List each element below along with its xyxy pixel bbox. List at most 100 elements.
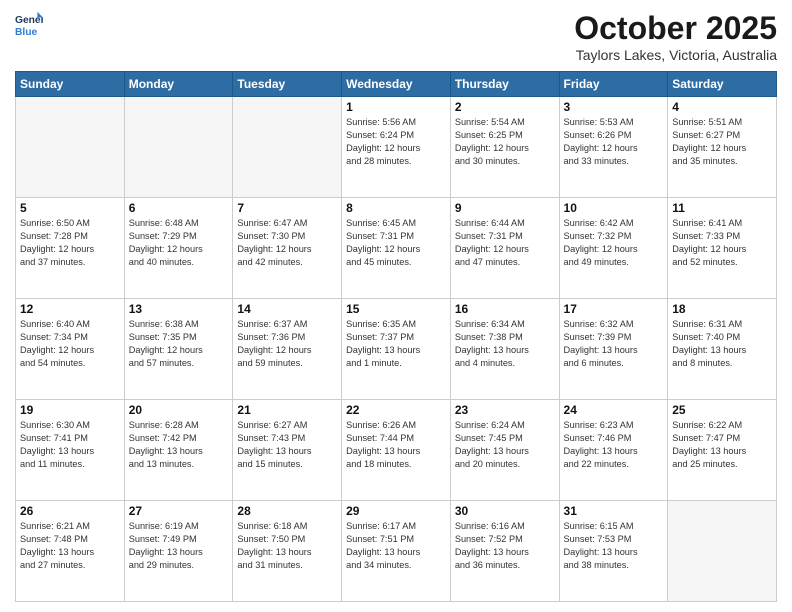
table-row: 29 Sunrise: 6:17 AM Sunset: 7:51 PM Dayli… — [342, 501, 451, 602]
day-info: Sunrise: 5:54 AM Sunset: 6:25 PM Dayligh… — [455, 116, 555, 168]
svg-text:Blue: Blue — [15, 27, 38, 38]
calendar-week-3: 12 Sunrise: 6:40 AM Sunset: 7:34 PM Dayli… — [16, 299, 777, 400]
table-row: 16 Sunrise: 6:34 AM Sunset: 7:38 PM Dayli… — [450, 299, 559, 400]
day-info: Sunrise: 6:16 AM Sunset: 7:52 PM Dayligh… — [455, 520, 555, 572]
day-number: 22 — [346, 403, 446, 417]
table-row: 12 Sunrise: 6:40 AM Sunset: 7:34 PM Dayli… — [16, 299, 125, 400]
table-row: 5 Sunrise: 6:50 AM Sunset: 7:28 PM Daylig… — [16, 198, 125, 299]
day-info: Sunrise: 6:35 AM Sunset: 7:37 PM Dayligh… — [346, 318, 446, 370]
table-row: 24Sunrise: 6:23 AM Sunset: 7:46 PM Dayli… — [559, 400, 668, 501]
day-info: Sunrise: 6:23 AM Sunset: 7:46 PM Dayligh… — [564, 419, 664, 471]
table-row: 28 Sunrise: 6:18 AM Sunset: 7:50 PM Dayli… — [233, 501, 342, 602]
day-number: 19 — [20, 403, 120, 417]
table-row — [16, 97, 125, 198]
table-row: 17 Sunrise: 6:32 AM Sunset: 7:39 PM Dayli… — [559, 299, 668, 400]
logo: General Blue — [15, 10, 43, 38]
day-number: 15 — [346, 302, 446, 316]
header: General Blue October 2025 Taylors Lakes,… — [15, 10, 777, 63]
page: General Blue October 2025 Taylors Lakes,… — [0, 0, 792, 612]
day-info: Sunrise: 6:17 AM Sunset: 7:51 PM Dayligh… — [346, 520, 446, 572]
col-saturday: Saturday — [668, 72, 777, 97]
table-row — [668, 501, 777, 602]
table-row: 2 Sunrise: 5:54 AM Sunset: 6:25 PM Daylig… — [450, 97, 559, 198]
day-number: 13 — [129, 302, 229, 316]
table-row: 31 Sunrise: 6:15 AM Sunset: 7:53 PM Dayli… — [559, 501, 668, 602]
day-info: Sunrise: 6:24 AM Sunset: 7:45 PM Dayligh… — [455, 419, 555, 471]
table-row: 15 Sunrise: 6:35 AM Sunset: 7:37 PM Dayli… — [342, 299, 451, 400]
col-tuesday: Tuesday — [233, 72, 342, 97]
table-row: 26 Sunrise: 6:21 AM Sunset: 7:48 PM Dayli… — [16, 501, 125, 602]
col-thursday: Thursday — [450, 72, 559, 97]
day-number: 14 — [237, 302, 337, 316]
location-title: Taylors Lakes, Victoria, Australia — [574, 47, 777, 63]
day-number: 17 — [564, 302, 664, 316]
day-number: 20 — [129, 403, 229, 417]
day-info: Sunrise: 6:47 AM Sunset: 7:30 PM Dayligh… — [237, 217, 337, 269]
month-title: October 2025 — [574, 10, 777, 47]
day-number: 12 — [20, 302, 120, 316]
calendar-week-4: 19 Sunrise: 6:30 AM Sunset: 7:41 PM Dayli… — [16, 400, 777, 501]
table-row: 1 Sunrise: 5:56 AM Sunset: 6:24 PM Daylig… — [342, 97, 451, 198]
table-row: 14 Sunrise: 6:37 AM Sunset: 7:36 PM Dayli… — [233, 299, 342, 400]
day-number: 16 — [455, 302, 555, 316]
table-row: 30 Sunrise: 6:16 AM Sunset: 7:52 PM Dayli… — [450, 501, 559, 602]
day-number: 28 — [237, 504, 337, 518]
table-row: 18 Sunrise: 6:31 AM Sunset: 7:40 PM Dayli… — [668, 299, 777, 400]
day-number: 26 — [20, 504, 120, 518]
day-info: Sunrise: 6:27 AM Sunset: 7:43 PM Dayligh… — [237, 419, 337, 471]
table-row: 6Sunrise: 6:48 AM Sunset: 7:29 PM Daylig… — [124, 198, 233, 299]
day-number: 4 — [672, 100, 772, 114]
col-sunday: Sunday — [16, 72, 125, 97]
day-info: Sunrise: 6:19 AM Sunset: 7:49 PM Dayligh… — [129, 520, 229, 572]
table-row: 11Sunrise: 6:41 AM Sunset: 7:33 PM Dayli… — [668, 198, 777, 299]
day-number: 31 — [564, 504, 664, 518]
table-row — [233, 97, 342, 198]
day-info: Sunrise: 6:40 AM Sunset: 7:34 PM Dayligh… — [20, 318, 120, 370]
col-friday: Friday — [559, 72, 668, 97]
table-row: 4 Sunrise: 5:51 AM Sunset: 6:27 PM Daylig… — [668, 97, 777, 198]
day-info: Sunrise: 6:34 AM Sunset: 7:38 PM Dayligh… — [455, 318, 555, 370]
table-row: 22Sunrise: 6:26 AM Sunset: 7:44 PM Dayli… — [342, 400, 451, 501]
col-monday: Monday — [124, 72, 233, 97]
day-number: 23 — [455, 403, 555, 417]
day-info: Sunrise: 6:31 AM Sunset: 7:40 PM Dayligh… — [672, 318, 772, 370]
day-number: 21 — [237, 403, 337, 417]
day-number: 25 — [672, 403, 772, 417]
day-number: 18 — [672, 302, 772, 316]
title-section: October 2025 Taylors Lakes, Victoria, Au… — [574, 10, 777, 63]
logo-icon: General Blue — [15, 10, 43, 38]
table-row — [124, 97, 233, 198]
day-number: 2 — [455, 100, 555, 114]
table-row: 13Sunrise: 6:38 AM Sunset: 7:35 PM Dayli… — [124, 299, 233, 400]
day-number: 3 — [564, 100, 664, 114]
day-info: Sunrise: 6:18 AM Sunset: 7:50 PM Dayligh… — [237, 520, 337, 572]
calendar-week-5: 26 Sunrise: 6:21 AM Sunset: 7:48 PM Dayli… — [16, 501, 777, 602]
day-number: 27 — [129, 504, 229, 518]
table-row: 21 Sunrise: 6:27 AM Sunset: 7:43 PM Dayli… — [233, 400, 342, 501]
day-info: Sunrise: 6:50 AM Sunset: 7:28 PM Dayligh… — [20, 217, 120, 269]
day-info: Sunrise: 6:15 AM Sunset: 7:53 PM Dayligh… — [564, 520, 664, 572]
day-info: Sunrise: 6:22 AM Sunset: 7:47 PM Dayligh… — [672, 419, 772, 471]
day-info: Sunrise: 6:48 AM Sunset: 7:29 PM Dayligh… — [129, 217, 229, 269]
calendar-table: Sunday Monday Tuesday Wednesday Thursday… — [15, 71, 777, 602]
day-info: Sunrise: 6:32 AM Sunset: 7:39 PM Dayligh… — [564, 318, 664, 370]
day-number: 29 — [346, 504, 446, 518]
day-info: Sunrise: 6:30 AM Sunset: 7:41 PM Dayligh… — [20, 419, 120, 471]
calendar-header-row: Sunday Monday Tuesday Wednesday Thursday… — [16, 72, 777, 97]
day-number: 5 — [20, 201, 120, 215]
table-row: 8 Sunrise: 6:45 AM Sunset: 7:31 PM Daylig… — [342, 198, 451, 299]
day-info: Sunrise: 6:37 AM Sunset: 7:36 PM Dayligh… — [237, 318, 337, 370]
table-row: 20Sunrise: 6:28 AM Sunset: 7:42 PM Dayli… — [124, 400, 233, 501]
day-info: Sunrise: 5:51 AM Sunset: 6:27 PM Dayligh… — [672, 116, 772, 168]
day-number: 1 — [346, 100, 446, 114]
calendar-week-2: 5 Sunrise: 6:50 AM Sunset: 7:28 PM Daylig… — [16, 198, 777, 299]
calendar-week-1: 1 Sunrise: 5:56 AM Sunset: 6:24 PM Daylig… — [16, 97, 777, 198]
day-number: 8 — [346, 201, 446, 215]
day-number: 30 — [455, 504, 555, 518]
day-info: Sunrise: 5:56 AM Sunset: 6:24 PM Dayligh… — [346, 116, 446, 168]
day-info: Sunrise: 5:53 AM Sunset: 6:26 PM Dayligh… — [564, 116, 664, 168]
day-info: Sunrise: 6:45 AM Sunset: 7:31 PM Dayligh… — [346, 217, 446, 269]
table-row: 19 Sunrise: 6:30 AM Sunset: 7:41 PM Dayli… — [16, 400, 125, 501]
table-row: 3 Sunrise: 5:53 AM Sunset: 6:26 PM Daylig… — [559, 97, 668, 198]
day-info: Sunrise: 6:21 AM Sunset: 7:48 PM Dayligh… — [20, 520, 120, 572]
